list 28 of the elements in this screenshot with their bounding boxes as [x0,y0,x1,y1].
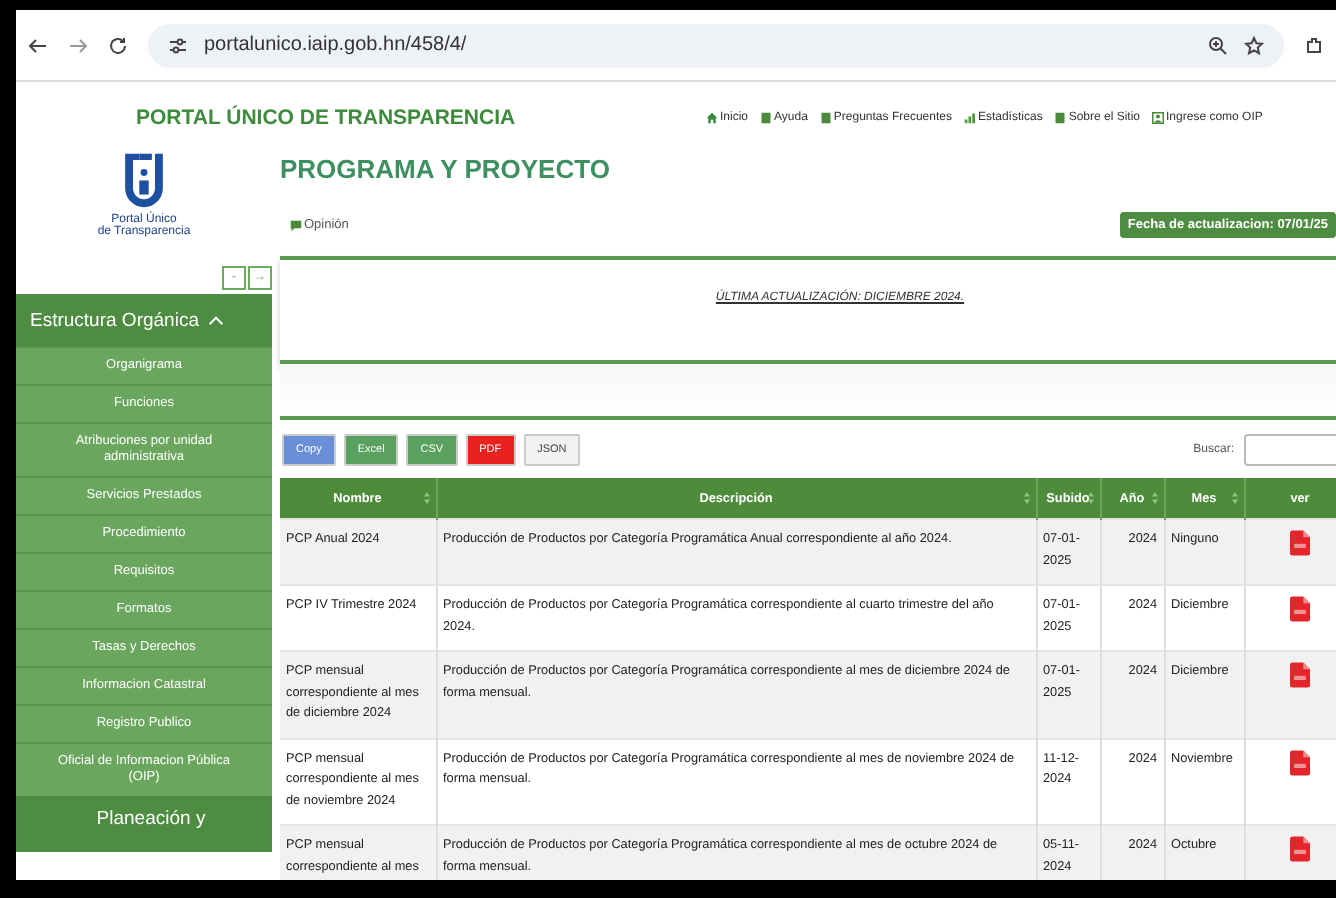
zoom-icon[interactable] [1208,35,1228,55]
sort-icon [423,492,429,504]
url-text: portalunico.iaip.gob.hn/458/4/ [204,34,467,56]
back-icon[interactable] [28,35,48,55]
forward-icon[interactable] [68,35,88,55]
sort-icon [1151,492,1157,504]
home-icon [706,112,718,124]
chevron-icon [208,315,225,325]
sort-icon [1023,492,1029,504]
reload-icon[interactable] [108,35,128,55]
bar-chart-icon [963,112,976,124]
sidebar-section-header[interactable]: Estructura Orgánica [16,294,272,346]
sort-icon [1231,492,1237,504]
pdf-file-icon[interactable] [1290,662,1310,688]
star-icon[interactable] [1244,35,1264,55]
pdf-file-icon[interactable] [1290,530,1310,556]
user-icon [1152,112,1165,124]
address-bar[interactable]: portalunico.iaip.gob.hn/458/4/ [148,23,1284,67]
site-title: PORTAL ÚNICO DE TRANSPARENCIA [136,106,518,130]
comment-icon [290,219,302,231]
sidebar-section-header[interactable]: Planeación y [16,796,272,852]
extensions-icon[interactable] [1304,35,1324,55]
pdf-file-icon[interactable] [1290,836,1310,862]
sort-icon [1087,492,1093,504]
page-title: PROGRAMA Y PROYECTO [280,154,612,184]
pdf-file-icon[interactable] [1290,749,1310,775]
pdf-file-icon[interactable] [1290,596,1310,622]
site-settings-icon[interactable] [168,35,188,55]
